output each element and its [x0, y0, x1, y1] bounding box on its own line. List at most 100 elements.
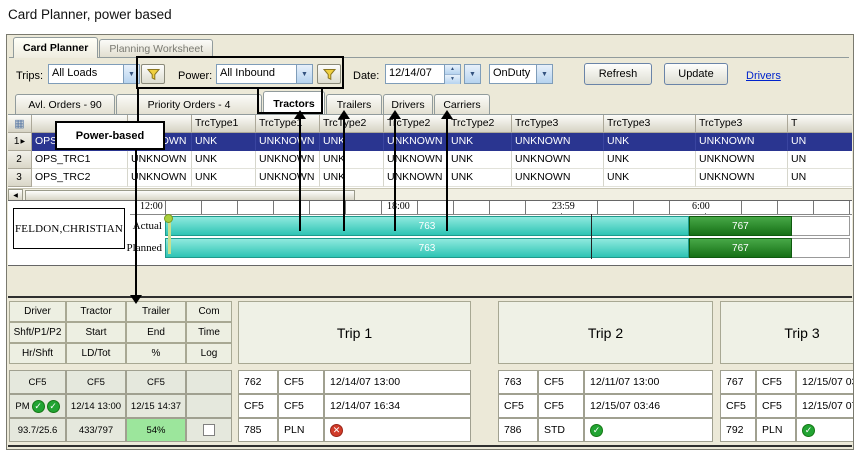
scrollbar-thumb[interactable] — [25, 190, 355, 201]
subtab-trailers[interactable]: Trailers — [326, 94, 382, 115]
shift-cell: PM✓✓ — [9, 394, 66, 418]
column-header[interactable]: TrcType2 — [320, 115, 384, 133]
card-cell: 12/14/07 13:00 — [324, 370, 471, 394]
duty-dropdown[interactable]: OnDuty ▼ — [489, 64, 553, 84]
summary-cell: 93.7/25.6 — [9, 418, 66, 442]
log-checkbox[interactable] — [203, 424, 215, 436]
midnight-marker — [591, 214, 592, 259]
card-cell: CF5 — [278, 370, 324, 394]
check-icon: ✓ — [32, 400, 45, 413]
card-cell: 767 — [720, 370, 756, 394]
grid-cell: UNKNOWN — [512, 133, 604, 151]
planned-bar-row: 763 767 — [165, 238, 850, 258]
header-cell: % — [126, 343, 186, 364]
card-cell: 12/15/07 03:47 — [796, 370, 854, 394]
percent-cell: 54% — [126, 418, 186, 442]
tab-card-planner[interactable]: Card Planner — [13, 37, 98, 58]
summary-cell: CF5 — [66, 370, 126, 394]
actual-bar-row: 763 767 — [165, 216, 850, 236]
annotation-up-arrowhead-icon — [441, 110, 453, 119]
annotation-down-arrow-line — [135, 150, 137, 296]
current-row-marker-icon: ▶ — [20, 138, 25, 145]
trip2-card[interactable]: 763 CF5 12/11/07 13:00 CF5 CF5 12/15/07 … — [498, 370, 713, 442]
status-cell: ✕ — [324, 418, 471, 442]
grid-cell: UNK — [192, 169, 256, 187]
trip-bar-763[interactable]: 763 — [165, 238, 689, 258]
subtab-avl-orders[interactable]: Avl. Orders - 90 — [15, 94, 115, 115]
tick-label: 6:00 — [690, 201, 712, 213]
spin-down-icon[interactable]: ▼ — [445, 75, 460, 84]
grid-cell: UNKNOWN — [512, 169, 604, 187]
column-header[interactable]: TrcType3 — [696, 115, 788, 133]
grid-cell: UNK — [448, 133, 512, 151]
column-header[interactable]: TrcType3 — [512, 115, 604, 133]
planner-subtabs: Avl. Orders - 90 Priority Orders - 4 Tra… — [9, 91, 491, 115]
driver-summary-headers: Driver Tractor Trailer Com Shft/P1/P2 St… — [9, 301, 232, 364]
card-cell: CF5 — [278, 394, 324, 418]
column-header[interactable]: TrcType3 — [604, 115, 696, 133]
date-value: 12/14/07 — [386, 65, 444, 83]
refresh-button[interactable]: Refresh — [584, 63, 652, 85]
card-cell: CF5 — [538, 394, 584, 418]
card-cell: 12/11/07 13:00 — [584, 370, 713, 394]
column-header[interactable]: TrcType2 — [448, 115, 512, 133]
annotation-down-arrowhead-icon — [130, 295, 142, 304]
status-cell: ✓ — [584, 418, 713, 442]
column-header[interactable]: T — [788, 115, 852, 133]
driver-summary-card[interactable]: CF5 CF5 CF5 PM✓✓ 12/14 13:00 12/15 14:37… — [9, 370, 232, 442]
trips-dropdown-value: All Loads — [49, 65, 123, 83]
annotation-up-arrowhead-icon — [294, 110, 306, 119]
chevron-down-icon[interactable]: ▼ — [536, 65, 552, 83]
card-cell: STD — [538, 418, 584, 442]
column-header[interactable]: TrcType1 — [192, 115, 256, 133]
date-spin-buttons[interactable]: ▲▼ — [444, 65, 460, 83]
card-cell: CF5 — [498, 394, 538, 418]
trip1-card[interactable]: 762 CF5 12/14/07 13:00 CF5 CF5 12/14/07 … — [238, 370, 471, 442]
trip-bar-767[interactable]: 767 — [689, 216, 792, 236]
window-tabbar: Card Planner Planning Worksheet — [9, 37, 849, 58]
row-selector[interactable]: 2 — [8, 151, 32, 169]
annotation-up-arrow-line — [394, 119, 396, 231]
trip3-card[interactable]: 767 CF5 12/15/07 03:47 CF5 CF5 12/15/07 … — [720, 370, 854, 442]
annotation-up-arrow-line — [446, 119, 448, 231]
error-status-icon: ✕ — [330, 424, 343, 437]
grid-corner-icon[interactable]: ▦ — [8, 115, 32, 133]
column-header[interactable]: TrcType1 — [256, 115, 320, 133]
grid-cell: UN — [788, 133, 852, 151]
date-spinner[interactable]: 12/14/07 ▲▼ — [385, 64, 461, 84]
tab-planning-worksheet[interactable]: Planning Worksheet — [99, 39, 213, 57]
header-cell: Time — [186, 322, 232, 343]
grid-cell: UNKNOWN — [696, 151, 788, 169]
drivers-link[interactable]: Drivers — [746, 70, 781, 82]
check-icon: ✓ — [47, 400, 60, 413]
card-planner-window: Card Planner Planning Worksheet Trips: A… — [6, 34, 854, 450]
trip-bar-767[interactable]: 767 — [689, 238, 792, 258]
empty-track — [792, 238, 850, 258]
chevron-down-icon: ▼ — [469, 71, 476, 78]
tick-label: 18:00 — [385, 201, 412, 213]
row-selector[interactable]: 1▶ — [8, 133, 32, 151]
trips-dropdown[interactable]: All Loads ▼ — [48, 64, 140, 84]
spin-up-icon[interactable]: ▲ — [445, 65, 460, 75]
screenshot-root: Card Planner, power based Card Planner P… — [0, 0, 860, 453]
grid-cell: UNK — [604, 133, 696, 151]
trips-label: Trips: — [16, 70, 43, 82]
ok-status-icon: ✓ — [802, 424, 815, 437]
trip-cards-panel: Driver Tractor Trailer Com Shft/P1/P2 St… — [8, 296, 852, 447]
grid-cell: OPS_TRC2 — [32, 169, 128, 187]
grid-cell: UNK — [192, 133, 256, 151]
trip2-header: Trip 2 — [498, 301, 713, 364]
trip3-header: Trip 3 — [720, 301, 854, 364]
row-selector[interactable]: 3 — [8, 169, 32, 187]
annotation-power-box — [136, 56, 344, 89]
summary-cell — [186, 370, 232, 394]
card-cell: 12/15/07 03:46 — [584, 394, 713, 418]
tick-label: 23:59 — [550, 201, 577, 213]
ok-status-icon: ✓ — [590, 424, 603, 437]
update-button[interactable]: Update — [664, 63, 728, 85]
header-cell: Trailer — [126, 301, 186, 322]
card-cell: 12/14/07 16:34 — [324, 394, 471, 418]
grid-cell: UNKNOWN — [512, 151, 604, 169]
date-calendar-button[interactable]: ▼ — [464, 64, 481, 84]
trip-bar-763[interactable]: 763 — [165, 216, 689, 236]
